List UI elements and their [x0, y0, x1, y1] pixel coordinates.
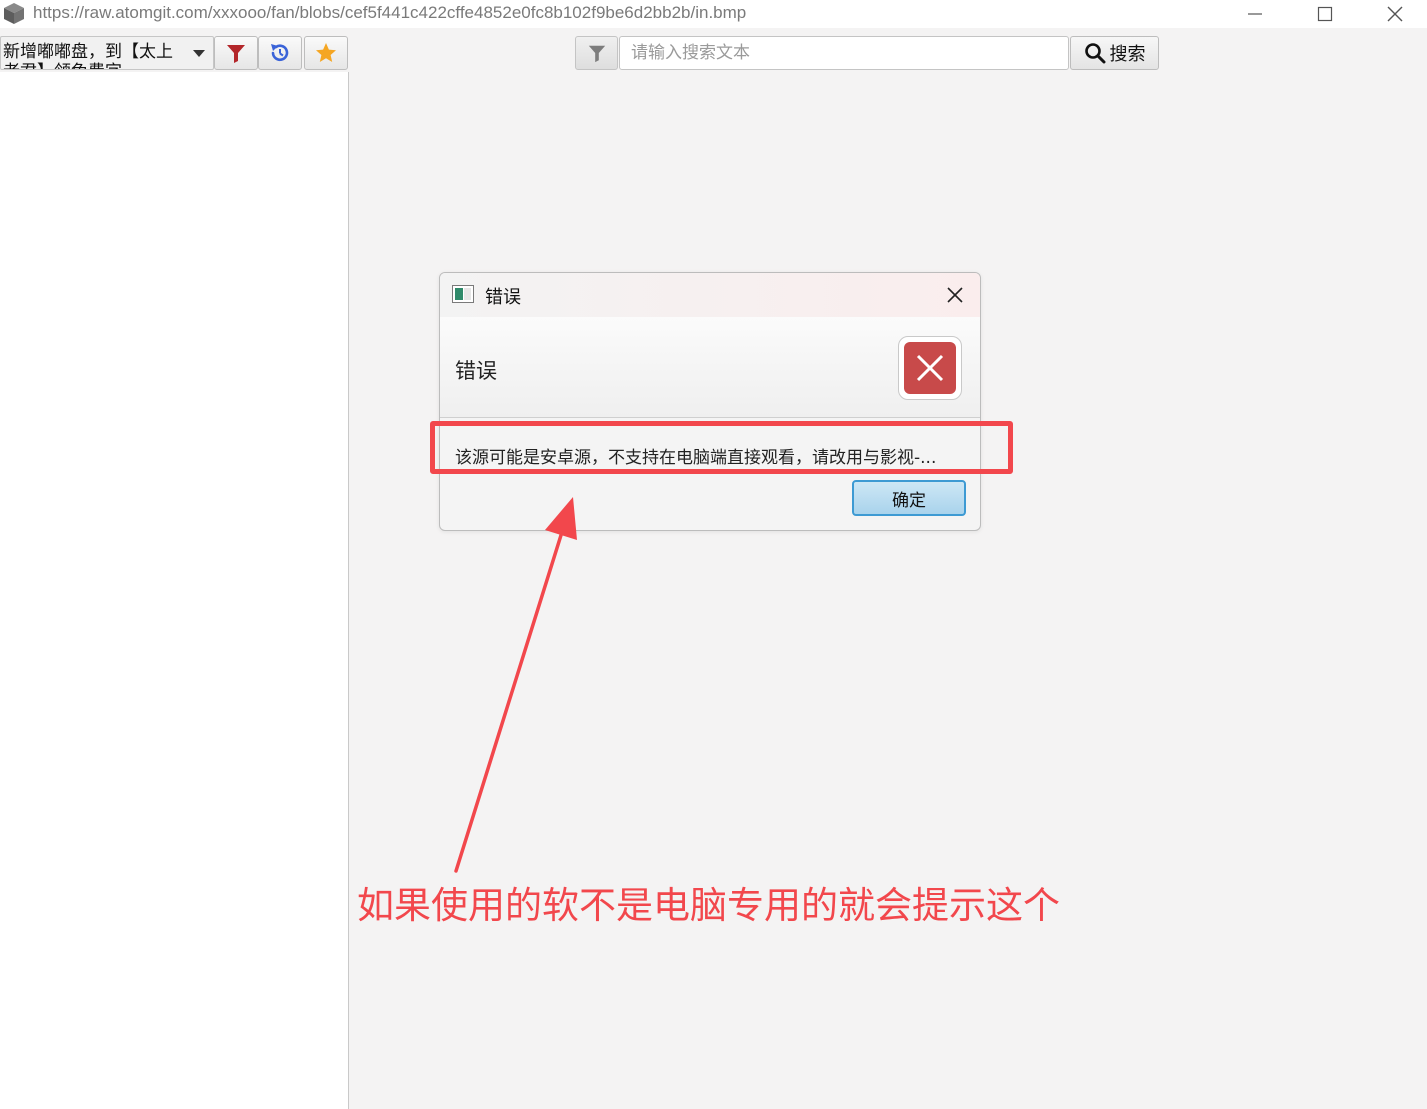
star-icon — [316, 43, 336, 62]
favorite-button[interactable] — [304, 36, 348, 70]
error-dialog: 错误 错误 该源可能是安卓源，不支持在电脑端直接观看，请改用与影视-... 确定 — [439, 272, 981, 531]
dialog-header-text: 错误 — [455, 359, 497, 383]
app-cube-icon — [4, 3, 24, 24]
annotation-text: 如果使用的软不是电脑专用的就会提示这个 — [357, 884, 1060, 927]
source-list-panel[interactable] — [0, 72, 349, 1109]
filter-icon — [227, 45, 245, 63]
error-icon-frame — [898, 336, 962, 400]
dialog-titlebar[interactable]: 错误 — [440, 273, 980, 317]
highlight-box — [430, 421, 1013, 474]
refresh-icon — [271, 44, 289, 62]
minimize-button[interactable] — [1232, 0, 1278, 28]
close-icon — [947, 287, 963, 303]
close-icon — [1387, 6, 1403, 22]
minimize-icon — [1248, 13, 1262, 15]
search-filter-button[interactable] — [575, 36, 618, 70]
x-mark-icon — [916, 354, 944, 382]
search-icon — [1084, 43, 1105, 64]
source-select-value: 新增嘟嘟盘，到【太上老君】领兔费字 — [3, 42, 173, 69]
maximize-icon — [1317, 6, 1333, 22]
maximize-button[interactable] — [1302, 0, 1348, 28]
search-button[interactable]: 搜索 — [1070, 36, 1159, 70]
refresh-button[interactable] — [258, 36, 302, 70]
search-button-label: 搜索 — [1109, 44, 1146, 65]
window-url: https://raw.atomgit.com/xxxooo/fan/blobs… — [33, 3, 747, 22]
dialog-header: 错误 — [440, 317, 980, 418]
window-close-button[interactable] — [1372, 0, 1418, 28]
dialog-close-button[interactable] — [944, 284, 966, 306]
ok-button[interactable]: 确定 — [852, 480, 966, 516]
source-select[interactable]: 新增嘟嘟盘，到【太上老君】领兔费字 — [0, 36, 214, 70]
chevron-down-icon — [193, 50, 205, 57]
search-input[interactable] — [619, 36, 1069, 70]
window-icon — [452, 285, 474, 303]
filter-source-button[interactable] — [214, 36, 258, 70]
filter-icon — [588, 45, 605, 63]
window-titlebar: https://raw.atomgit.com/xxxooo/fan/blobs… — [0, 0, 1427, 28]
error-icon — [904, 342, 956, 394]
dialog-title: 错误 — [485, 287, 521, 308]
